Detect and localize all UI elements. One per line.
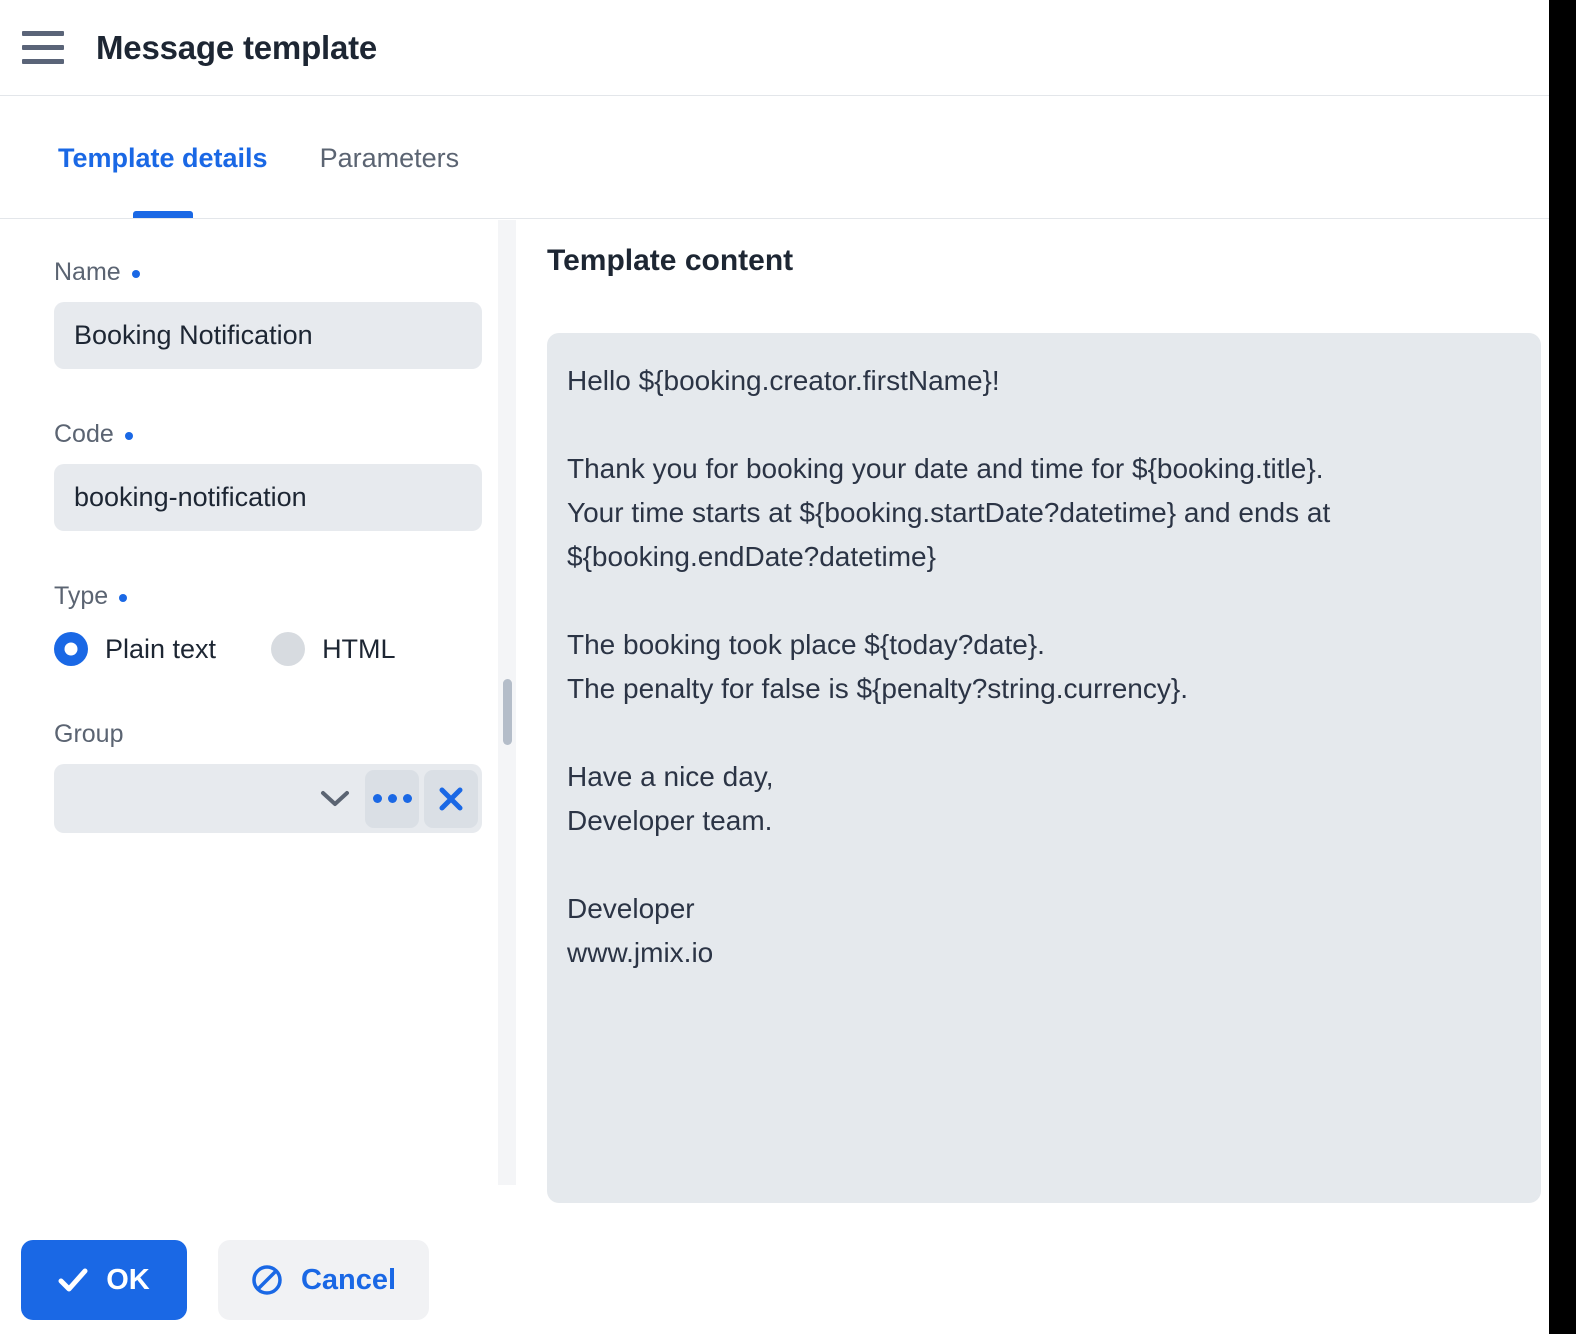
tab-template-details-label: Template details: [58, 143, 268, 173]
tab-bar: Template details Parameters: [0, 97, 1549, 219]
hamburger-bar-1: [22, 31, 64, 36]
check-icon: [58, 1268, 88, 1292]
ellipsis-dot-3: [402, 794, 412, 803]
cancel-button-label: Cancel: [300, 1263, 397, 1296]
required-indicator-icon: [119, 593, 128, 602]
type-field-group: Type Plain text HTML: [54, 582, 498, 672]
code-label: Code: [54, 420, 498, 449]
message-template-dialog: Message template Template details Parame…: [0, 0, 1549, 1334]
right-gutter: [1549, 0, 1576, 1334]
cancel-button[interactable]: Cancel: [218, 1240, 429, 1320]
group-field-group: Group: [54, 720, 498, 833]
ok-button-label: OK: [106, 1263, 150, 1296]
radio-plain-text-label: Plain text: [105, 633, 217, 664]
template-content-title: Template content: [547, 244, 794, 277]
radio-plain-text[interactable]: Plain text: [54, 632, 216, 666]
app-root: Message template Template details Parame…: [0, 0, 1576, 1334]
chevron-down-icon[interactable]: [310, 774, 360, 824]
tab-parameters[interactable]: Parameters: [320, 143, 460, 218]
name-input[interactable]: Booking Notification: [54, 302, 482, 369]
hamburger-menu-icon[interactable]: [21, 26, 65, 70]
ellipsis-dot-1: [372, 794, 382, 803]
code-input[interactable]: booking-notification: [54, 464, 482, 531]
radio-html[interactable]: HTML: [271, 632, 396, 666]
group-clear-button[interactable]: [424, 769, 478, 828]
name-field-group: Name Booking Notification: [54, 258, 498, 369]
type-radio-group: Plain text HTML: [54, 626, 498, 672]
type-label: Type: [54, 582, 498, 611]
template-content-textarea[interactable]: Hello ${booking.creator.firstName}! Than…: [547, 333, 1541, 1203]
splitter-drag-handle[interactable]: [503, 679, 512, 745]
code-label-text: Code: [54, 420, 114, 448]
name-label: Name: [54, 258, 498, 287]
hamburger-bar-3: [22, 59, 64, 64]
group-lookup-button[interactable]: [365, 769, 419, 828]
radio-html-label: HTML: [322, 633, 396, 664]
ban-icon: [251, 1264, 283, 1296]
hamburger-bar-2: [22, 45, 64, 50]
group-label-text: Group: [54, 720, 124, 748]
dialog-footer: OK Cancel: [0, 1240, 1549, 1334]
tab-parameters-label: Parameters: [319, 143, 460, 173]
template-content-panel: Template content Hello ${booking.creator…: [516, 220, 1549, 1203]
code-field-group: Code booking-notification: [54, 420, 498, 531]
ellipsis-dot-2: [387, 794, 397, 803]
window-header: Message template: [0, 0, 1549, 96]
tab-template-details[interactable]: Template details: [58, 143, 268, 218]
group-label: Group: [54, 720, 498, 749]
radio-selected-icon: [54, 632, 88, 666]
required-indicator-icon: [131, 269, 140, 278]
panel-splitter[interactable]: [498, 220, 516, 1185]
code-input-value: booking-notification: [74, 482, 307, 512]
ellipsis-icon: [372, 794, 412, 803]
name-label-text: Name: [54, 258, 121, 286]
group-picker[interactable]: [54, 764, 482, 833]
page-title: Message template: [96, 28, 378, 66]
template-details-form: Name Booking Notification Code booking-n…: [0, 220, 498, 1190]
dialog-body: Name Booking Notification Code booking-n…: [0, 220, 1549, 1203]
name-input-value: Booking Notification: [74, 320, 313, 350]
type-label-text: Type: [54, 582, 109, 610]
required-indicator-icon: [124, 431, 133, 440]
radio-unselected-icon: [271, 632, 306, 666]
ok-button[interactable]: OK: [21, 1240, 187, 1320]
close-x-icon: [439, 787, 463, 810]
